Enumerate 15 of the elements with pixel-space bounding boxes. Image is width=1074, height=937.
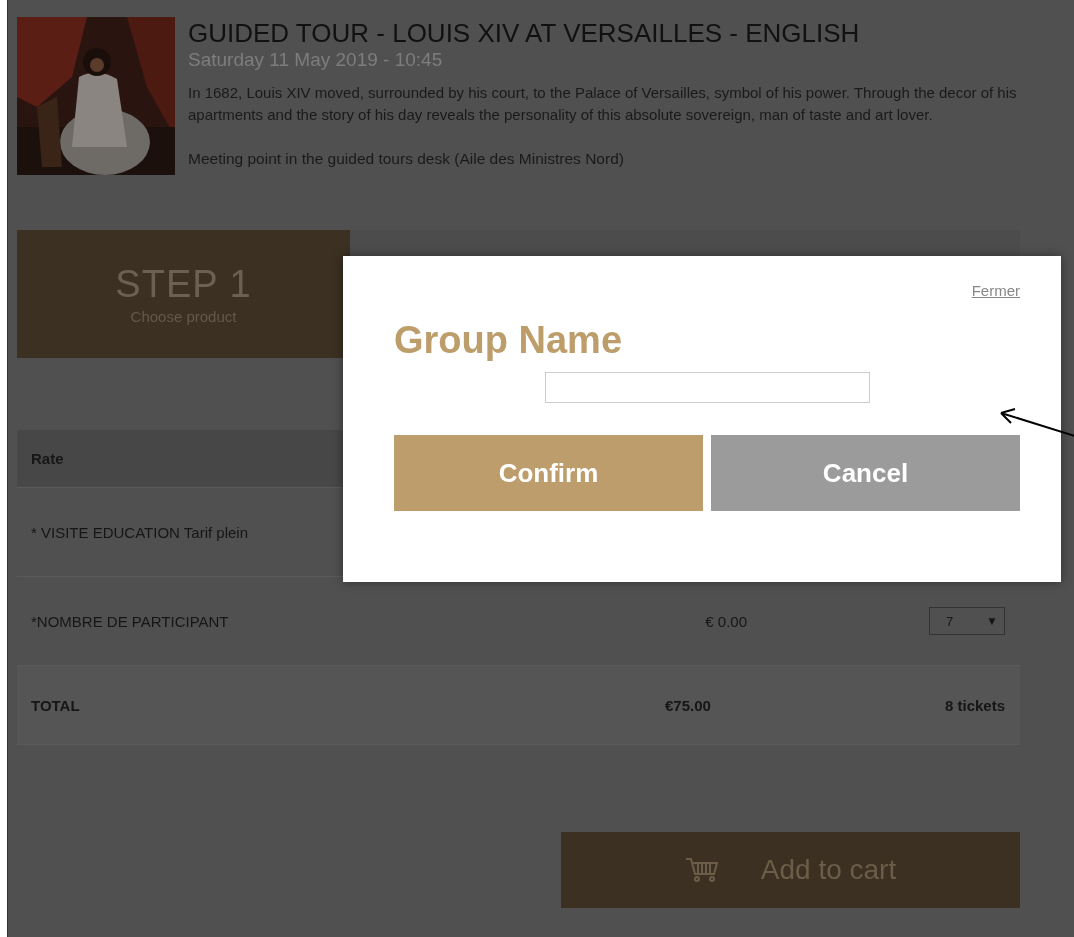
dialog-title: Group Name <box>394 319 624 362</box>
cart-icon <box>684 857 719 883</box>
cancel-button[interactable]: Cancel <box>711 435 1020 511</box>
price-cell: € 0.00 <box>705 612 747 630</box>
close-link[interactable]: Fermer <box>971 282 1020 299</box>
rate-cell-text: * VISITE EDUCATION Tarif plein <box>31 523 249 541</box>
confirm-button[interactable]: Confirm <box>394 435 703 511</box>
quantity-select[interactable]: 7 ▼ <box>929 607 1005 635</box>
ticket-count: 8 tickets <box>944 696 1005 714</box>
caret-icon: ▼ <box>986 614 998 628</box>
rate-cell-text: *NOMBRE DE PARTICIPANT <box>31 612 230 630</box>
group-name-field[interactable] <box>544 372 870 403</box>
total-amount: €75.00 <box>665 696 711 714</box>
tour-title: GUIDED TOUR - LOUIS XIV AT VERSAILLES - ENGLISH <box>188 18 861 48</box>
total-label: TOTAL <box>31 696 81 714</box>
